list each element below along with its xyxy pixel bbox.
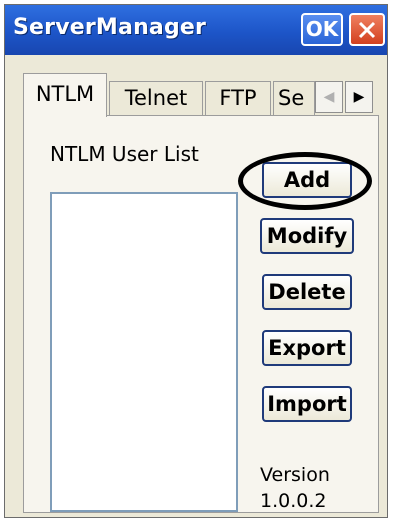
tab-scroll-left-button[interactable]: ◀	[315, 81, 343, 113]
import-button[interactable]: Import	[262, 386, 352, 422]
tab-scroll-right-button[interactable]: ▶	[345, 81, 373, 113]
ntlm-user-list[interactable]	[50, 192, 238, 512]
arrow-left-icon: ◀	[323, 89, 335, 105]
ntlm-user-list-label: NTLM User List	[50, 142, 199, 166]
ntlm-tab-panel: NTLM User List Add Modify Delete Export …	[23, 115, 379, 513]
delete-button[interactable]: Delete	[262, 274, 352, 310]
export-button[interactable]: Export	[262, 330, 352, 366]
version-info: Version 1.0.0.2	[260, 462, 330, 514]
close-button[interactable]	[349, 13, 385, 46]
modify-button[interactable]: Modify	[260, 218, 354, 254]
tab-strip: NTLM Telnet FTP Se ◀ ▶	[23, 73, 379, 117]
version-label: Version	[260, 464, 330, 486]
tab-se[interactable]: Se	[273, 81, 315, 115]
title-bar: ServerManager OK	[5, 5, 387, 55]
close-icon	[358, 21, 376, 39]
window-title: ServerManager	[13, 15, 207, 40]
arrow-right-icon: ▶	[353, 89, 365, 105]
tab-telnet[interactable]: Telnet	[109, 81, 203, 115]
tab-ntlm[interactable]: NTLM	[23, 73, 107, 117]
tab-scroll-arrows: ◀ ▶	[315, 81, 375, 113]
ok-button[interactable]: OK	[301, 13, 343, 46]
tab-ftp[interactable]: FTP	[205, 81, 271, 115]
version-number: 1.0.0.2	[260, 490, 327, 512]
server-manager-window: ServerManager OK NTLM Telnet FTP Se ◀ ▶ …	[4, 4, 388, 518]
add-button[interactable]: Add	[262, 162, 352, 198]
